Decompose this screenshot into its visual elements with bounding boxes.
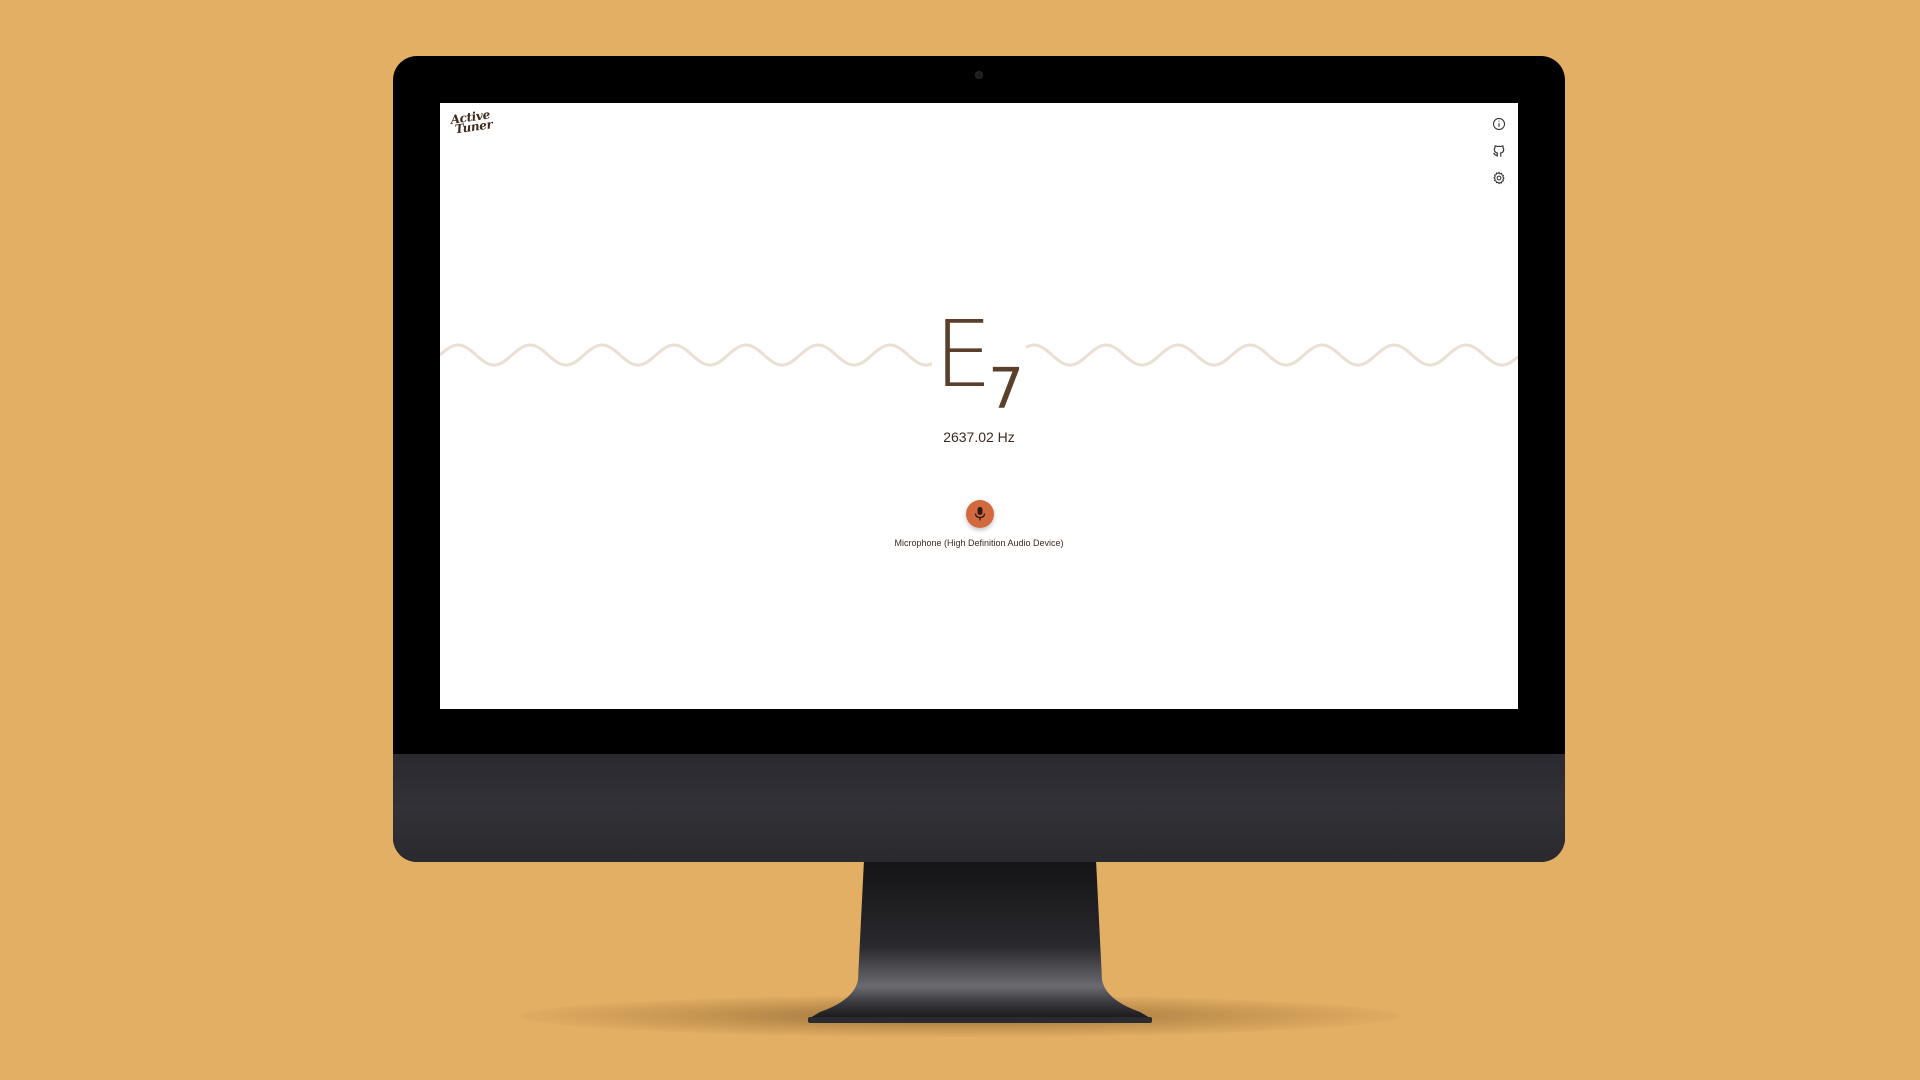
gear-icon[interactable] — [1492, 171, 1506, 185]
note-octave: 7 — [988, 357, 1024, 422]
note-display: E7 — [932, 309, 1026, 418]
monitor-chin — [393, 754, 1565, 862]
app-screen: Active Tuner E7 2637.02 Hz Microphone (H… — [440, 103, 1518, 709]
top-right-toolbar — [1492, 117, 1506, 185]
detected-note: E7 — [440, 309, 1518, 418]
microphone-icon — [974, 507, 986, 521]
camera-icon — [975, 71, 983, 79]
desktop-scene: Active Tuner E7 2637.02 Hz Microphone (H… — [0, 0, 1920, 1080]
monitor-stand — [808, 860, 1152, 1023]
microphone-button[interactable] — [966, 500, 994, 528]
app-logo[interactable]: Active Tuner — [450, 108, 500, 137]
github-icon[interactable] — [1492, 144, 1506, 158]
microphone-device-label: Microphone (High Definition Audio Device… — [894, 538, 1064, 548]
frequency-readout: 2637.02 Hz — [943, 429, 1015, 445]
note-letter: E — [934, 301, 993, 408]
info-icon[interactable] — [1492, 117, 1506, 131]
